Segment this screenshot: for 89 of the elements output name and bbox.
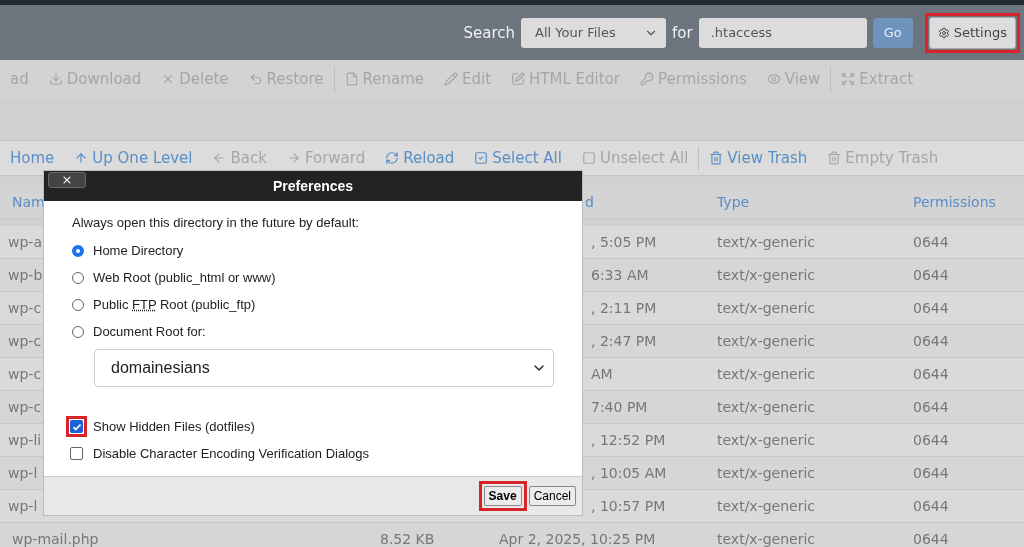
table-cell: , 2:11 PM bbox=[591, 300, 657, 316]
table-cell: 7:40 PM bbox=[591, 399, 648, 415]
table-cell: wp-c bbox=[8, 399, 42, 415]
radio-button[interactable] bbox=[72, 325, 84, 338]
right-arrow-icon bbox=[286, 151, 301, 165]
toolbar-button[interactable]: Reload bbox=[375, 141, 465, 175]
table-cell: 6:33 AM bbox=[591, 267, 649, 283]
table-cell: text/x-generic bbox=[717, 432, 815, 448]
table-cell: text/x-generic bbox=[717, 300, 815, 316]
option-label: Public FTP Root (public_ftp) bbox=[93, 297, 256, 312]
for-label: for bbox=[672, 23, 693, 42]
radio-button[interactable] bbox=[72, 271, 84, 284]
table-cell: wp-c bbox=[8, 366, 42, 382]
cancel-button[interactable]: Cancel bbox=[528, 486, 576, 506]
table-cell: 0644 bbox=[913, 366, 949, 382]
checkbox-icon bbox=[581, 151, 596, 165]
go-button[interactable]: Go bbox=[872, 17, 913, 48]
table-cell: wp-c bbox=[8, 333, 42, 349]
column-header[interactable]: Permissions bbox=[913, 193, 996, 210]
table-cell: 0644 bbox=[913, 333, 949, 349]
table-cell: 0644 bbox=[913, 498, 949, 514]
table-cell: 8.52 KB bbox=[380, 531, 435, 547]
dialog-title: Preferences bbox=[271, 178, 355, 194]
toolbar-button[interactable]: Select All bbox=[464, 141, 572, 175]
toolbar-button[interactable]: View Trash bbox=[699, 141, 818, 175]
table-cell: , 2:47 PM bbox=[591, 333, 657, 349]
option-label: Document Root for: bbox=[93, 324, 206, 339]
table-cell: , 5:05 PM bbox=[591, 234, 657, 250]
eye-icon bbox=[766, 72, 781, 86]
table-cell: wp-l bbox=[8, 465, 38, 481]
expand-icon bbox=[841, 72, 856, 86]
checkbox[interactable] bbox=[70, 447, 83, 460]
table-cell: text/x-generic bbox=[717, 399, 815, 415]
search-label: Search bbox=[463, 23, 516, 42]
table-cell: 0644 bbox=[913, 267, 949, 283]
pencil-icon bbox=[444, 72, 459, 86]
table-cell: text/x-generic bbox=[717, 498, 815, 514]
table-cell: wp-mail.php bbox=[12, 531, 99, 547]
table-cell: text/x-generic bbox=[717, 333, 815, 349]
table-cell: 0644 bbox=[913, 531, 949, 547]
table-cell: 0644 bbox=[913, 432, 949, 448]
checkbox-label: Show Hidden Files (dotfiles) bbox=[93, 419, 255, 434]
radio-button[interactable] bbox=[72, 244, 84, 257]
reload-icon bbox=[385, 151, 400, 165]
table-cell: text/x-generic bbox=[717, 234, 815, 250]
table-cell: 0644 bbox=[913, 300, 949, 316]
table-cell: , 10:05 AM bbox=[591, 465, 667, 481]
table-cell: wp-a bbox=[8, 234, 42, 250]
undo-icon bbox=[248, 72, 263, 86]
prompt-text: Always open this directory in the future by default: bbox=[72, 215, 360, 230]
table-cell: text/x-generic bbox=[717, 366, 815, 382]
table-cell: 0644 bbox=[913, 465, 949, 481]
toolbar-button[interactable]: Home bbox=[0, 141, 65, 175]
radio-button[interactable] bbox=[72, 298, 84, 311]
file-icon bbox=[344, 72, 359, 86]
table-cell: wp-b bbox=[8, 267, 43, 283]
close-button[interactable]: × bbox=[48, 172, 86, 188]
save-button[interactable]: Save bbox=[483, 486, 522, 506]
toolbar-button[interactable]: Up One Level bbox=[64, 141, 203, 175]
table-cell: , 12:52 PM bbox=[591, 432, 666, 448]
key-icon bbox=[640, 72, 654, 86]
table-cell: text/x-generic bbox=[717, 465, 815, 481]
trash-icon bbox=[709, 151, 724, 165]
table-cell: wp-l bbox=[8, 498, 38, 514]
trash-icon bbox=[827, 151, 842, 165]
download-icon bbox=[48, 72, 63, 86]
search-field[interactable]: .htaccess bbox=[698, 17, 867, 48]
table-cell: wp-li bbox=[8, 432, 42, 448]
domain-dropdown[interactable]: domainesians bbox=[94, 349, 554, 387]
table-cell: text/x-generic bbox=[717, 531, 815, 547]
option-label: Home Directory bbox=[93, 243, 184, 258]
checkbox-icon bbox=[474, 151, 489, 165]
table-cell: wp-c bbox=[8, 300, 42, 316]
column-header[interactable]: Type bbox=[717, 193, 750, 210]
checkbox-label: Disable Character Encoding Verification Dialogs bbox=[93, 446, 370, 461]
edit-icon bbox=[511, 72, 526, 86]
settings-button[interactable]: Settings bbox=[928, 16, 1016, 49]
table-cell: 0644 bbox=[913, 234, 949, 250]
column-header[interactable]: d bbox=[585, 193, 594, 210]
table-cell: AM bbox=[591, 366, 613, 382]
table-cell: , 10:57 PM bbox=[591, 498, 666, 514]
column-header[interactable]: Nam bbox=[12, 193, 45, 210]
settings-icon bbox=[937, 26, 950, 39]
table-cell: 0644 bbox=[913, 399, 949, 415]
scope-dropdown[interactable]: All Your Files bbox=[521, 17, 667, 48]
option-label: Web Root (public_html or www) bbox=[93, 270, 276, 285]
table-cell: text/x-generic bbox=[717, 267, 815, 283]
table-cell: Apr 2, 2025, 10:25 PM bbox=[499, 531, 656, 547]
left-arrow-icon bbox=[212, 151, 227, 165]
